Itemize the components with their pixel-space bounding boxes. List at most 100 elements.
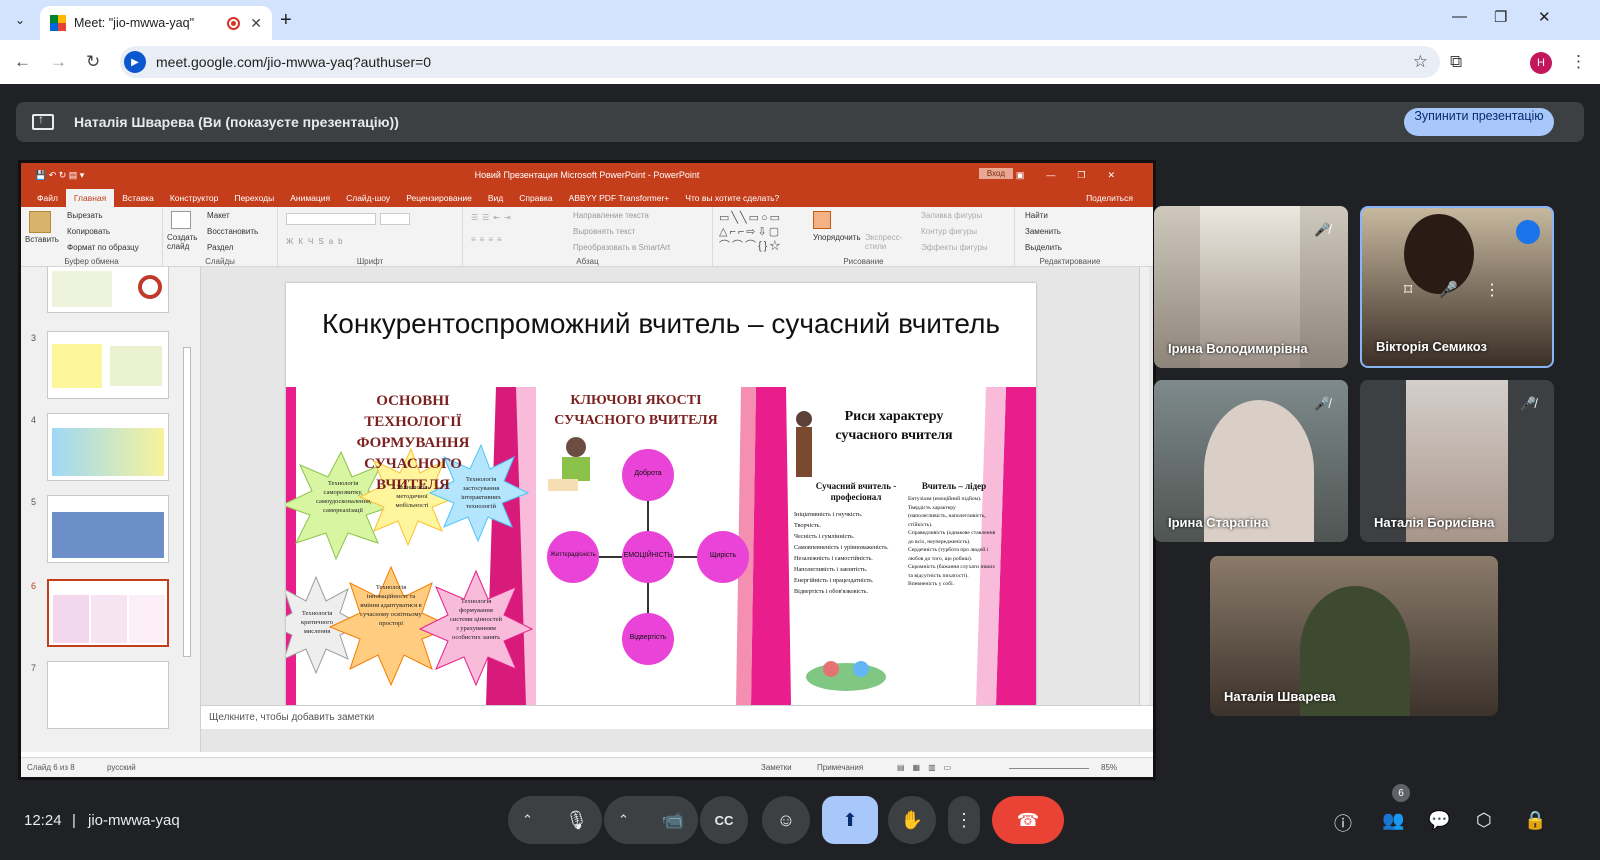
reload-icon[interactable]: ↻ <box>86 52 100 72</box>
ppt-tab[interactable]: Слайд-шоу <box>338 193 398 207</box>
format-painter-button[interactable]: Формат по образцу <box>67 243 139 252</box>
ppt-share-button[interactable]: Поделиться <box>1078 193 1153 207</box>
site-camera-icon[interactable]: ▶ <box>124 51 146 73</box>
people-icon[interactable]: 👥 <box>1382 810 1404 831</box>
paste-button[interactable]: Вставить <box>25 235 59 244</box>
copy-button[interactable]: Копировать <box>67 227 110 236</box>
replace-button[interactable]: Заменить <box>1025 227 1061 236</box>
list-buttons[interactable]: ☰☰⇤⇥ <box>471 213 515 222</box>
ppt-login-button[interactable]: Вход <box>978 168 1013 179</box>
ppt-tab[interactable]: Вставка <box>114 193 162 207</box>
microphone-icon[interactable]: 🎙 <box>565 810 588 831</box>
raise-hand-button[interactable]: ✋ <box>888 796 936 844</box>
thumbnails-scrollbar[interactable] <box>183 347 191 657</box>
activities-icon[interactable]: ⬡ <box>1476 810 1492 831</box>
zoom-slider[interactable] <box>1009 768 1089 769</box>
arrange-button[interactable]: Упорядочить <box>813 233 861 242</box>
view-buttons[interactable]: ▤▦▥▭ <box>897 763 959 772</box>
comments-toggle[interactable]: Примечания <box>817 763 863 772</box>
more-options-button[interactable]: ⋮ <box>948 796 980 844</box>
browser-tab[interactable]: Meet: "jio-mwwa-yaq" ✕ <box>40 6 272 40</box>
meeting-info-icon[interactable]: ⓘ <box>1334 810 1352 836</box>
zoom-level[interactable]: 85% <box>1101 763 1117 772</box>
language-indicator[interactable]: русский <box>107 763 136 772</box>
ppt-tab[interactable]: Конструктор <box>162 193 226 207</box>
bookmark-star-icon[interactable]: ☆ <box>1413 52 1428 72</box>
reset-button[interactable]: Восстановить <box>207 227 258 236</box>
ppt-tab-tellme[interactable]: Что вы хотите сделать? <box>677 193 787 207</box>
camera-control-group[interactable]: ⌃ 📹 <box>604 796 698 844</box>
leave-call-button[interactable]: ☎ <box>992 796 1064 844</box>
chat-icon[interactable]: 💬 <box>1428 810 1450 831</box>
tile-hover-controls[interactable]: ⌑🎤⋮ <box>1404 280 1526 300</box>
extensions-icon[interactable]: ⧉ <box>1450 52 1462 72</box>
ppt-tab[interactable]: Справка <box>511 193 560 207</box>
section-button[interactable]: Раздел <box>207 243 233 252</box>
current-slide[interactable]: Конкурентоспроможний вчитель – сучасний … <box>286 283 1036 705</box>
url-text[interactable]: meet.google.com/jio-mwwa-yaq?authuser=0 <box>156 54 431 70</box>
ppt-tab[interactable]: ABBYY PDF Transformer+ <box>561 193 678 207</box>
slide-thumbnail[interactable] <box>47 331 169 399</box>
participant-tile[interactable]: 🎤̸ Наталія Борисівна <box>1360 380 1554 542</box>
minimize-icon[interactable]: — <box>1452 8 1467 25</box>
cut-button[interactable]: Вырезать <box>67 211 103 220</box>
close-window-icon[interactable]: ✕ <box>1538 8 1551 26</box>
notes-pane[interactable]: Щелкните, чтобы добавить заметки <box>201 705 1153 729</box>
shape-outline-button[interactable]: Контур фигуры <box>921 227 977 236</box>
ppt-tab[interactable]: Главная <box>65 189 115 207</box>
audio-options-chevron-icon[interactable]: ⌃ <box>522 812 533 828</box>
ppt-tab[interactable]: Анимация <box>282 193 338 207</box>
participant-tile[interactable]: 🎤̸ Ірина Старагіна <box>1154 380 1348 542</box>
align-buttons[interactable]: ≡≡≡≡ <box>471 235 506 244</box>
tab-search-chevron-icon[interactable]: ⌄ <box>8 8 32 32</box>
slide-thumbnail[interactable] <box>47 413 169 481</box>
ppt-tab[interactable]: Переходы <box>226 193 282 207</box>
quick-styles-button[interactable]: Экспресс-стили <box>865 233 905 251</box>
slide-scrollbar[interactable] <box>1139 267 1149 705</box>
ppt-tab[interactable]: Вид <box>480 193 511 207</box>
participant-tile[interactable]: 🎤̸ Ірина Володимирівна <box>1154 206 1348 368</box>
find-button[interactable]: Найти <box>1025 211 1048 220</box>
new-tab-icon[interactable]: + <box>280 9 292 32</box>
ppt-tab[interactable]: Файл <box>29 193 66 207</box>
close-tab-icon[interactable]: ✕ <box>250 15 262 32</box>
slide-thumbnail[interactable] <box>47 495 169 563</box>
new-slide-icon[interactable] <box>171 211 191 229</box>
ppt-tab[interactable]: Рецензирование <box>398 193 480 207</box>
reactions-button[interactable]: ☺ <box>762 796 810 844</box>
profile-avatar[interactable]: H <box>1530 52 1552 74</box>
video-options-chevron-icon[interactable]: ⌃ <box>618 812 629 828</box>
omnibox[interactable]: ▶ meet.google.com/jio-mwwa-yaq?authuser=… <box>120 46 1440 78</box>
host-controls-icon[interactable]: 🔒 <box>1524 810 1546 831</box>
slide-thumbnail-selected[interactable] <box>47 579 169 647</box>
participant-tile-self[interactable]: Наталія Шварева <box>1210 556 1498 716</box>
mic-control-group[interactable]: ⌃ 🎙 <box>508 796 602 844</box>
forward-icon[interactable]: → <box>50 52 67 72</box>
select-button[interactable]: Выделить <box>1025 243 1062 252</box>
arrange-icon[interactable] <box>813 211 831 229</box>
font-format-buttons[interactable]: ЖКЧSab <box>286 237 348 246</box>
back-icon[interactable]: ← <box>14 52 31 72</box>
browser-menu-icon[interactable]: ⋮ <box>1570 52 1587 72</box>
present-screen-button[interactable]: ⬆ <box>822 796 878 844</box>
notes-toggle[interactable]: Заметки <box>761 763 792 772</box>
layout-button[interactable]: Макет <box>207 211 230 220</box>
quick-access-toolbar[interactable]: 💾 ↶ ↻ ▤ ▾ <box>35 170 84 181</box>
font-name-box[interactable] <box>286 213 376 225</box>
align-text-button[interactable]: Выровнять текст <box>573 227 635 236</box>
text-direction-button[interactable]: Направление текста <box>573 211 649 220</box>
shape-fill-button[interactable]: Заливка фигуры <box>921 211 982 220</box>
camera-icon[interactable]: 📹 <box>662 810 684 831</box>
shape-effects-button[interactable]: Эффекты фигуры <box>921 243 988 252</box>
slide-thumbnail[interactable] <box>47 267 169 313</box>
restore-icon[interactable]: ❐ <box>1494 8 1507 26</box>
stop-presenting-button[interactable]: Зупинити презентацію <box>1404 108 1554 136</box>
captions-button[interactable]: CC <box>700 796 748 844</box>
smartart-button[interactable]: Преобразовать в SmartArt <box>573 243 670 252</box>
new-slide-button[interactable]: Создать слайд <box>167 233 199 251</box>
shapes-gallery[interactable]: ▭╲╲▭○▭ △⌐⌐⇨⇩▢ ⌒⌒⌒{}☆ <box>719 211 782 253</box>
participant-tile-speaking[interactable]: ⌑🎤⋮ Вікторія Семикоз <box>1360 206 1554 368</box>
font-size-box[interactable] <box>380 213 410 225</box>
paste-icon[interactable] <box>29 211 51 233</box>
ppt-window-controls[interactable]: ▣—❐✕ <box>1016 170 1137 181</box>
